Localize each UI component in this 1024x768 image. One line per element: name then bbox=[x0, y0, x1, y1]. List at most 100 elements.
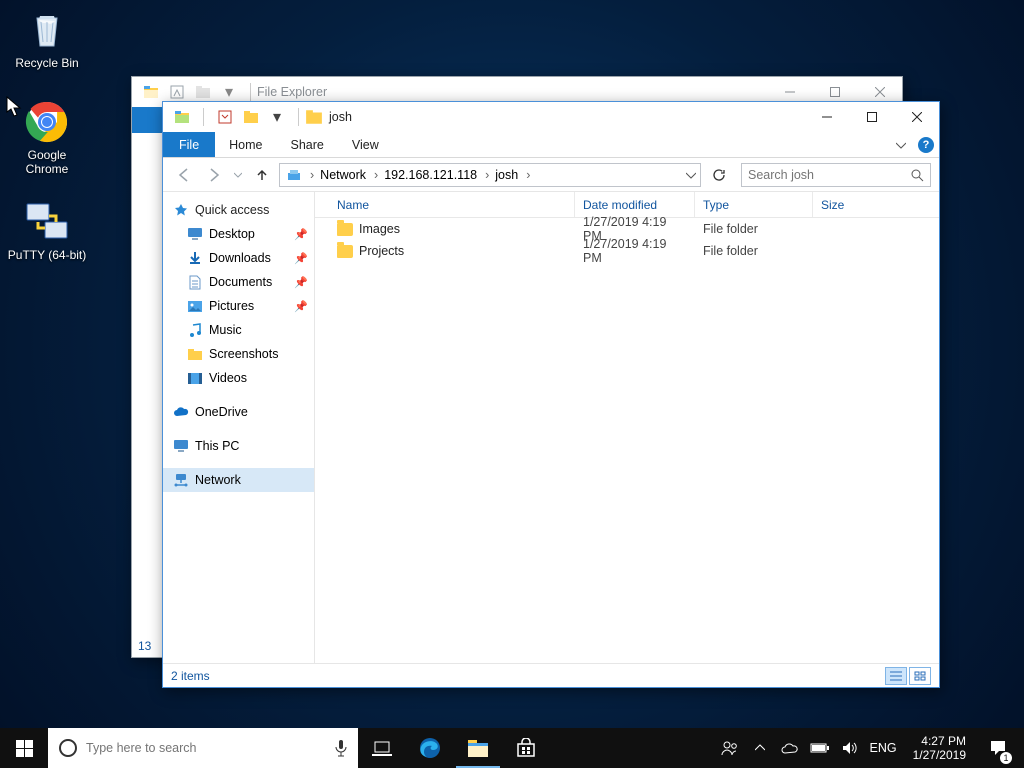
sidebar-item[interactable]: Documents📌 bbox=[163, 270, 314, 294]
breadcrumb-seg[interactable]: 192.168.121.118 bbox=[380, 164, 483, 186]
nav-back-button[interactable] bbox=[171, 162, 197, 188]
tray-volume-icon[interactable] bbox=[840, 741, 860, 755]
close-button[interactable] bbox=[894, 103, 939, 132]
file-name: Projects bbox=[359, 244, 404, 258]
chrome-icon bbox=[23, 98, 71, 146]
qat-properties-icon[interactable] bbox=[166, 81, 188, 103]
ribbon-tab-share[interactable]: Share bbox=[277, 132, 338, 157]
nav-up-button[interactable] bbox=[249, 162, 275, 188]
breadcrumb-root-icon[interactable] bbox=[282, 164, 308, 186]
mouse-cursor bbox=[6, 96, 22, 118]
taskbar-app-store[interactable] bbox=[502, 728, 550, 768]
address-dropdown-icon[interactable] bbox=[686, 170, 696, 180]
ribbon-file-tab[interactable]: File bbox=[163, 132, 215, 157]
sidebar-item-label: Pictures bbox=[209, 299, 254, 313]
window-title: josh bbox=[329, 110, 352, 124]
picture-icon bbox=[187, 298, 203, 314]
video-icon bbox=[187, 370, 203, 386]
qat-explorer-icon[interactable] bbox=[171, 106, 193, 128]
task-view-button[interactable] bbox=[358, 728, 406, 768]
taskbar-search[interactable] bbox=[48, 728, 358, 768]
address-bar[interactable]: › Network › 192.168.121.118 › josh › bbox=[279, 163, 701, 187]
chevron-right-icon[interactable]: › bbox=[372, 168, 380, 182]
maximize-button[interactable] bbox=[849, 103, 894, 132]
titlebar[interactable]: ▾ josh bbox=[163, 102, 939, 132]
qat-explorer-icon[interactable] bbox=[140, 81, 162, 103]
tray-overflow-icon[interactable] bbox=[750, 743, 770, 753]
view-details-button[interactable] bbox=[885, 667, 907, 685]
tray-battery-icon[interactable] bbox=[810, 742, 830, 754]
folder-icon bbox=[337, 245, 353, 258]
qat-customize-icon[interactable]: ▾ bbox=[218, 81, 240, 103]
action-center-button[interactable]: 1 bbox=[978, 728, 1018, 768]
this-pc-icon bbox=[173, 438, 189, 454]
col-size[interactable]: Size bbox=[813, 192, 883, 217]
sidebar-label: OneDrive bbox=[195, 405, 248, 419]
breadcrumb-seg[interactable]: Network bbox=[316, 164, 372, 186]
file-rows[interactable]: Images1/27/2019 4:19 PMFile folderProjec… bbox=[315, 218, 939, 663]
tray-onedrive-icon[interactable] bbox=[780, 742, 800, 754]
tray-time: 4:27 PM bbox=[913, 734, 966, 748]
taskbar-search-input[interactable] bbox=[86, 741, 326, 755]
chevron-right-icon[interactable]: › bbox=[524, 168, 532, 182]
nav-recent-dropdown[interactable] bbox=[231, 162, 245, 188]
sidebar-this-pc[interactable]: This PC bbox=[163, 434, 314, 458]
chevron-right-icon[interactable]: › bbox=[483, 168, 491, 182]
table-row[interactable]: Projects1/27/2019 4:19 PMFile folder bbox=[315, 240, 939, 262]
desktop[interactable]: Recycle Bin Google Chrome PuTTY (64-bit)… bbox=[0, 0, 1024, 768]
search-box[interactable] bbox=[741, 163, 931, 187]
taskbar-app-edge[interactable] bbox=[406, 728, 454, 768]
recycle-bin-icon bbox=[23, 6, 71, 54]
sidebar-item[interactable]: Music bbox=[163, 318, 314, 342]
taskbar-app-explorer[interactable] bbox=[454, 728, 502, 768]
minimize-button[interactable] bbox=[804, 103, 849, 132]
chevron-right-icon[interactable]: › bbox=[308, 168, 316, 182]
qat-customize-icon[interactable]: ▾ bbox=[266, 106, 288, 128]
help-button[interactable]: ? bbox=[913, 132, 939, 157]
system-tray[interactable]: ENG 4:27 PM 1/27/2019 bbox=[714, 728, 978, 768]
qat-newfolder-icon[interactable] bbox=[240, 106, 262, 128]
desktop-icon-label: Recycle Bin bbox=[6, 56, 88, 70]
show-desktop-button[interactable] bbox=[1018, 728, 1024, 768]
refresh-button[interactable] bbox=[707, 163, 731, 187]
search-icon[interactable] bbox=[910, 168, 924, 182]
desktop-icon-putty[interactable]: PuTTY (64-bit) bbox=[6, 198, 88, 262]
qat-newfolder-icon[interactable] bbox=[192, 81, 214, 103]
sidebar-label: Network bbox=[195, 473, 241, 487]
start-button[interactable] bbox=[0, 728, 48, 768]
pin-icon: 📌 bbox=[294, 228, 308, 241]
sidebar-item[interactable]: Videos bbox=[163, 366, 314, 390]
sidebar-item-label: Desktop bbox=[209, 227, 255, 241]
sidebar-quick-access[interactable]: Quick access bbox=[163, 198, 314, 222]
sidebar-item[interactable]: Desktop 📌 bbox=[163, 222, 314, 246]
sidebar-item[interactable]: Downloads📌 bbox=[163, 246, 314, 270]
ribbon-tab-home[interactable]: Home bbox=[215, 132, 276, 157]
col-date[interactable]: Date modified bbox=[575, 192, 695, 217]
search-input[interactable] bbox=[748, 168, 910, 182]
nav-row: › Network › 192.168.121.118 › josh › bbox=[163, 158, 939, 192]
sidebar-label: Quick access bbox=[195, 203, 269, 217]
tray-clock[interactable]: 4:27 PM 1/27/2019 bbox=[907, 734, 972, 762]
sidebar-network[interactable]: Network bbox=[163, 468, 314, 492]
breadcrumb-seg[interactable]: josh bbox=[491, 164, 524, 186]
ribbon-expand-icon[interactable] bbox=[889, 132, 913, 157]
taskbar[interactable]: ENG 4:27 PM 1/27/2019 1 bbox=[0, 728, 1024, 768]
desktop-icon-recycle-bin[interactable]: Recycle Bin bbox=[6, 6, 88, 70]
qat-properties-icon[interactable] bbox=[214, 106, 236, 128]
star-icon bbox=[173, 202, 189, 218]
col-name[interactable]: Name bbox=[329, 192, 575, 217]
col-type[interactable]: Type bbox=[695, 192, 813, 217]
file-date: 1/27/2019 4:19 PM bbox=[575, 237, 695, 265]
sidebar-item[interactable]: Screenshots bbox=[163, 342, 314, 366]
nav-forward-button[interactable] bbox=[201, 162, 227, 188]
sidebar-onedrive[interactable]: OneDrive bbox=[163, 400, 314, 424]
desktop-icon-label: Google Chrome bbox=[6, 148, 88, 176]
microphone-icon[interactable] bbox=[334, 739, 348, 757]
sidebar-label: This PC bbox=[195, 439, 239, 453]
ribbon-tab-view[interactable]: View bbox=[338, 132, 393, 157]
sidebar-item[interactable]: Pictures📌 bbox=[163, 294, 314, 318]
view-large-icons-button[interactable] bbox=[909, 667, 931, 685]
tray-people-icon[interactable] bbox=[720, 739, 740, 757]
file-explorer-window[interactable]: ▾ josh File Home Share View ? bbox=[162, 101, 940, 688]
tray-language[interactable]: ENG bbox=[870, 741, 897, 755]
